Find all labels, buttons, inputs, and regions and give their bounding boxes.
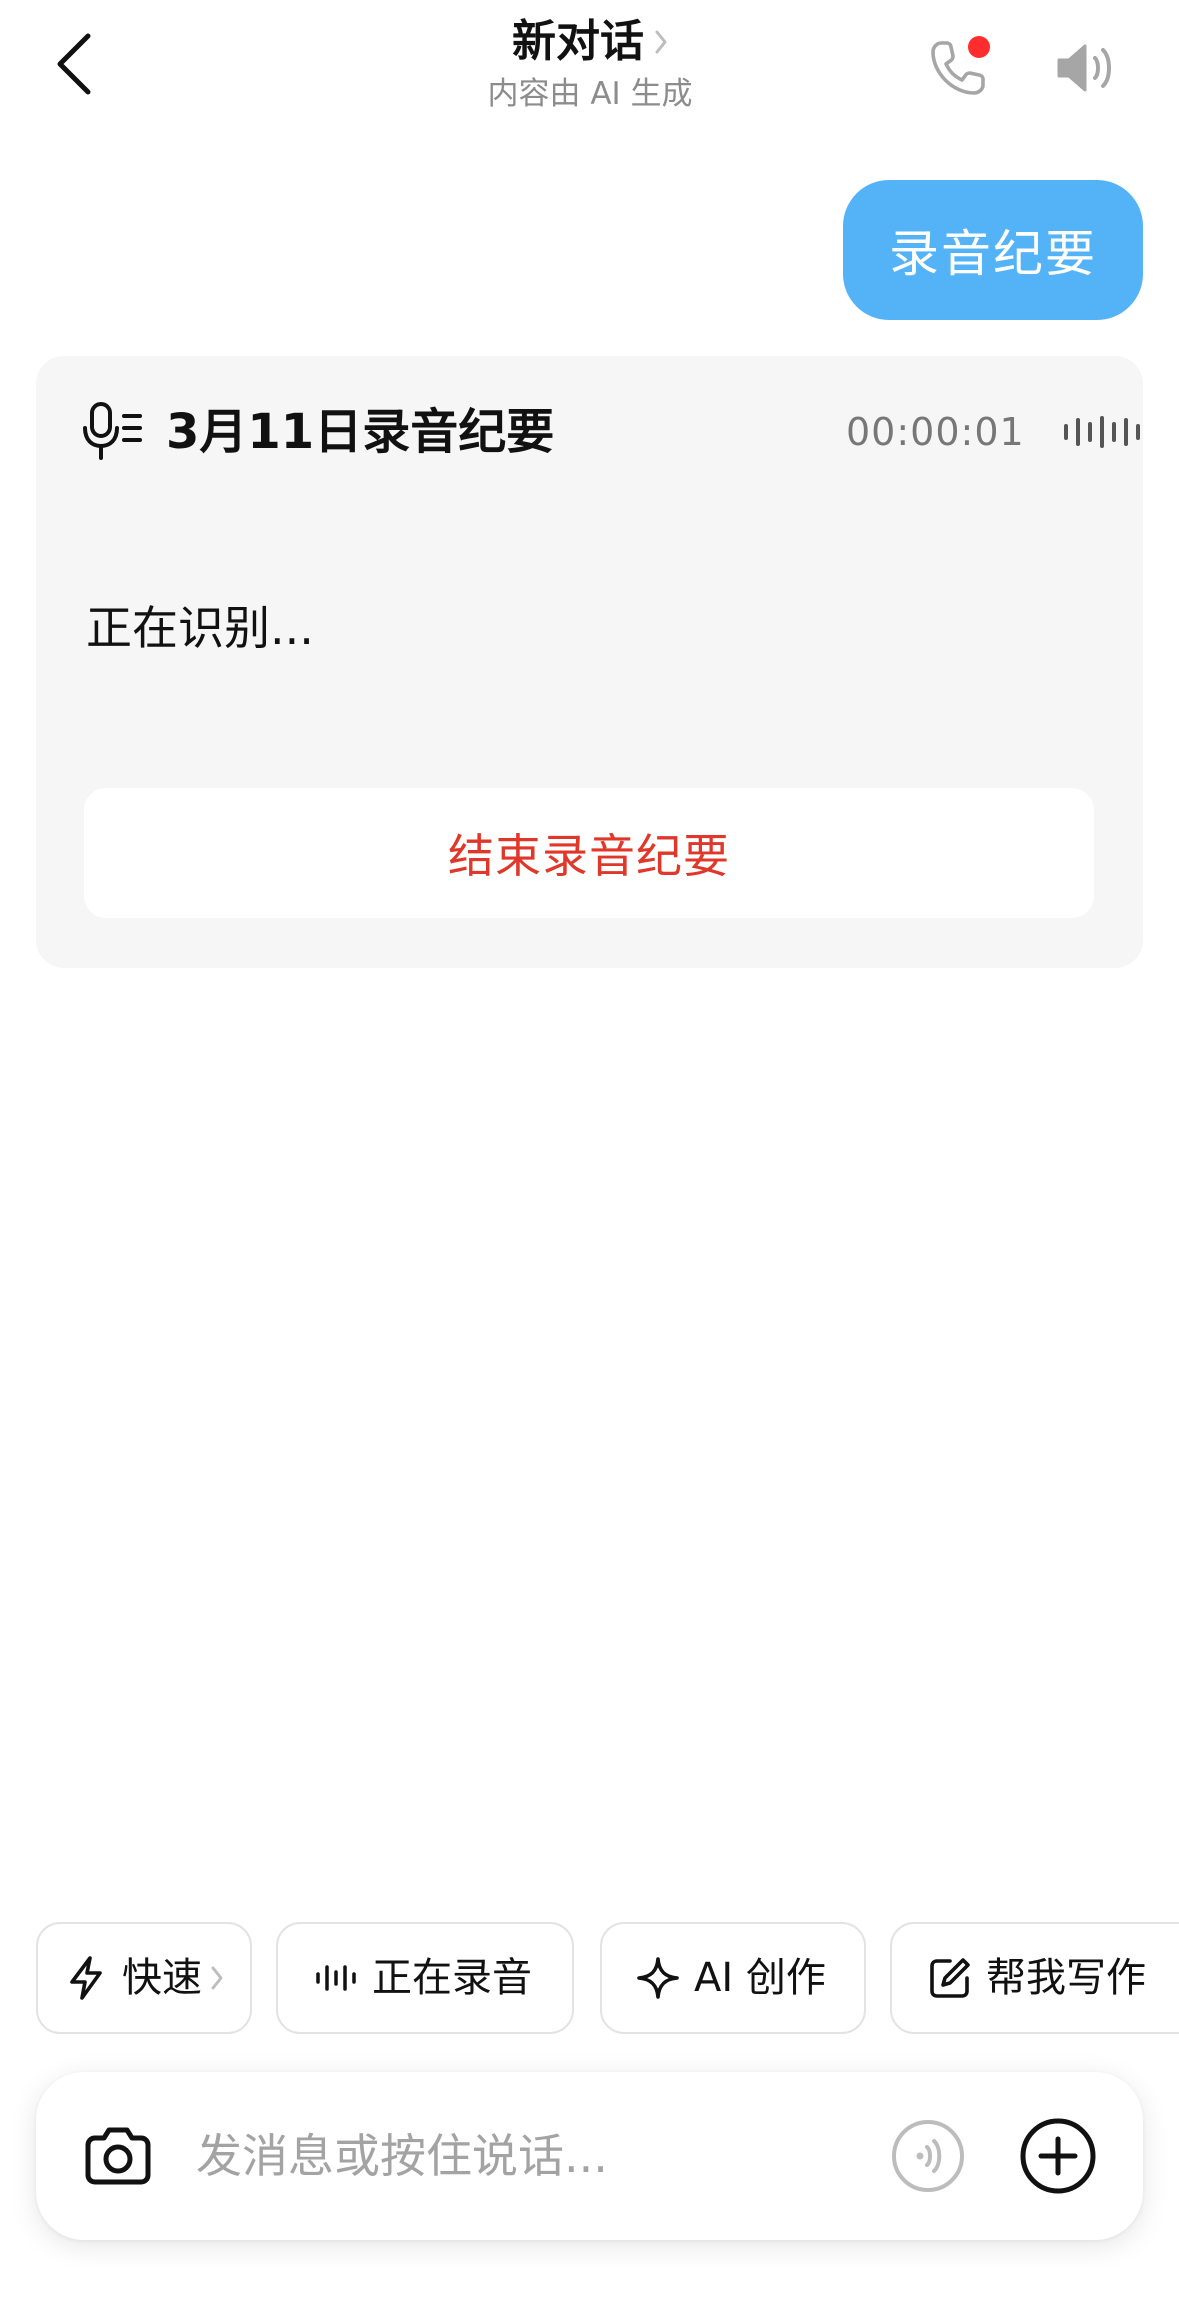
conversation-title-block: 新对话 内容由 AI 生成 bbox=[380, 10, 800, 114]
user-message-bubble: 录音纪要 bbox=[843, 180, 1143, 320]
recognition-status: 正在识别... bbox=[86, 601, 314, 655]
chevron-right-icon bbox=[210, 1964, 224, 1992]
waveform-icon bbox=[314, 1956, 358, 2000]
chevron-left-icon bbox=[57, 33, 91, 95]
quick-action-help-write[interactable]: 帮我写作 bbox=[890, 1922, 1179, 2034]
conversation-title-button[interactable]: 新对话 bbox=[380, 10, 800, 74]
lightning-icon bbox=[64, 1956, 108, 2000]
voice-wave-icon bbox=[892, 2120, 964, 2192]
plus-circle-icon bbox=[1020, 2118, 1096, 2194]
quick-action-recording[interactable]: 正在录音 bbox=[276, 1922, 574, 2034]
camera-button[interactable] bbox=[80, 2118, 156, 2194]
quick-action-label: 快速 bbox=[122, 1955, 202, 2001]
notification-dot bbox=[968, 36, 990, 58]
message-input-bar bbox=[36, 2072, 1143, 2240]
chevron-right-icon bbox=[654, 29, 668, 55]
quick-action-bar: 快速 正在录音 AI 创作 帮我写作 bbox=[0, 1922, 1179, 2038]
recording-card-header: 3月11日录音纪要 00:00:01 bbox=[82, 392, 1140, 472]
recording-title: 3月11日录音纪要 bbox=[166, 404, 555, 460]
message-input[interactable] bbox=[196, 2112, 896, 2200]
mic-list-icon bbox=[83, 402, 142, 460]
top-nav-bar: 新对话 内容由 AI 生成 bbox=[0, 0, 1179, 150]
add-attachment-button[interactable] bbox=[1018, 2116, 1098, 2196]
voice-call-button[interactable] bbox=[918, 28, 998, 108]
sparkle-icon bbox=[636, 1956, 680, 2000]
ai-generated-notice: 内容由 AI 生成 bbox=[487, 76, 693, 112]
waveform-icon bbox=[1064, 416, 1140, 448]
quick-action-ai-create[interactable]: AI 创作 bbox=[600, 1922, 866, 2034]
quick-action-label: 帮我写作 bbox=[986, 1955, 1146, 2001]
camera-icon bbox=[85, 2127, 151, 2185]
voice-input-button[interactable] bbox=[888, 2116, 968, 2196]
speaker-icon bbox=[1057, 44, 1111, 92]
back-button[interactable] bbox=[44, 26, 104, 102]
quick-action-label: AI 创作 bbox=[694, 1955, 826, 2001]
recording-summary-card: 3月11日录音纪要 00:00:01 正在识别... 结束录音纪要 bbox=[36, 356, 1143, 968]
end-recording-summary-button[interactable]: 结束录音纪要 bbox=[84, 788, 1094, 918]
recording-duration: 00:00:01 bbox=[846, 410, 1025, 454]
edit-icon bbox=[928, 1956, 972, 2000]
speaker-button[interactable] bbox=[1046, 28, 1126, 108]
page-title: 新对话 bbox=[512, 16, 644, 67]
quick-action-label: 正在录音 bbox=[372, 1955, 532, 2001]
quick-action-fast[interactable]: 快速 bbox=[36, 1922, 252, 2034]
